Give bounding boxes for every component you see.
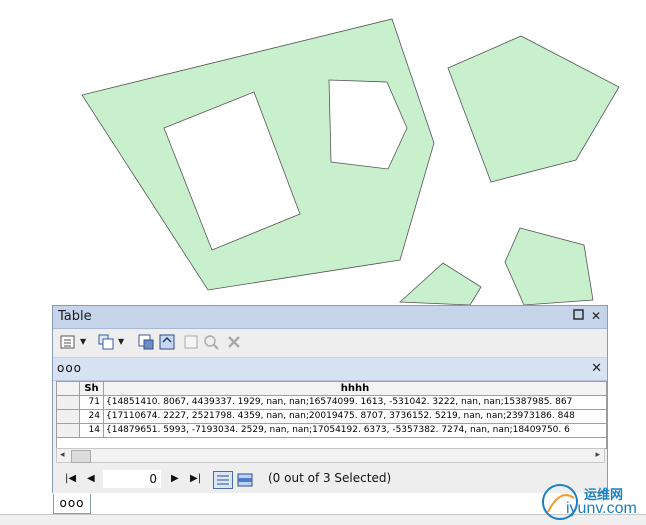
window-restore-icon[interactable] — [571, 309, 585, 323]
column-header-sh[interactable]: Sh — [80, 382, 104, 396]
title-bar[interactable]: Table ✕ — [53, 306, 607, 329]
row-selector[interactable] — [57, 424, 80, 438]
table-row[interactable]: 14 {14879651. 5993, -7193034. 2529, nan,… — [57, 424, 606, 438]
show-all-records-icon[interactable] — [213, 471, 233, 489]
switch-selection-icon[interactable] — [159, 334, 175, 350]
previous-record-icon[interactable]: ◀ — [87, 473, 95, 484]
last-record-icon[interactable]: ▶| — [190, 473, 201, 484]
next-record-icon[interactable]: ▶ — [171, 473, 179, 484]
watermark-en: iyunv.com — [566, 500, 637, 517]
window-title: Table — [58, 309, 92, 324]
select-by-attributes-icon[interactable] — [138, 334, 154, 350]
polygon-small-right[interactable] — [504, 227, 594, 306]
delete-selected-icon[interactable] — [226, 334, 242, 350]
window-close-icon[interactable]: ✕ — [589, 309, 603, 323]
related-tables-icon[interactable] — [98, 334, 114, 350]
show-selected-records-icon[interactable] — [237, 472, 253, 487]
scroll-left-icon[interactable]: ◂ — [60, 450, 65, 460]
selection-status: (0 out of 3 Selected) — [268, 471, 392, 485]
tab-close-icon[interactable]: ✕ — [591, 361, 602, 376]
cell-sh[interactable]: 24 — [80, 410, 104, 424]
cell-hhhh[interactable]: {14879651. 5993, -7193034. 2529, nan, na… — [104, 424, 606, 438]
zoom-to-selected-icon[interactable] — [203, 334, 219, 350]
polygon-pentagon[interactable] — [447, 35, 620, 183]
row-selector[interactable] — [57, 410, 80, 424]
first-record-icon[interactable]: |◀ — [65, 473, 76, 484]
table-options-dropdown-icon[interactable]: ▼ — [80, 337, 86, 346]
table-tab-strip: ooo ✕ — [53, 358, 607, 381]
clear-selection-icon[interactable] — [183, 334, 199, 350]
bottom-table-tab[interactable]: ooo — [53, 494, 91, 514]
table-header-row: Sh hhhh — [57, 382, 606, 396]
row-selector[interactable] — [57, 396, 80, 410]
cell-sh[interactable]: 14 — [80, 424, 104, 438]
table-row[interactable]: 71 {14851410. 8067, 4439337. 1929, nan, … — [57, 396, 606, 410]
record-navigation-bar: |◀ ◀ 0 ▶ ▶| (0 out of 3 Selected) — [53, 465, 607, 493]
table-tab-name[interactable]: ooo — [57, 361, 82, 375]
attribute-table-grid: Sh hhhh 71 {14851410. 8067, 4439337. 192… — [56, 381, 607, 449]
table-window: Table ✕ ▼ ▼ ooo ✕ Sh hhhh 71 {14851410. … — [52, 305, 608, 493]
cell-hhhh[interactable]: {17110674. 2227, 2521798. 4359, nan, nan… — [104, 410, 606, 424]
scrollbar-thumb[interactable] — [71, 450, 91, 463]
cell-sh[interactable]: 71 — [80, 396, 104, 410]
current-record-input[interactable]: 0 — [103, 470, 161, 488]
table-options-icon[interactable] — [60, 334, 76, 350]
scroll-right-icon[interactable]: ▸ — [595, 450, 600, 460]
cell-hhhh[interactable]: {14851410. 8067, 4439337. 1929, nan, nan… — [104, 396, 606, 410]
polygon-small-center[interactable] — [399, 262, 482, 306]
row-selector-header[interactable] — [57, 382, 80, 396]
table-row[interactable]: 24 {17110674. 2227, 2521798. 4359, nan, … — [57, 410, 606, 424]
related-tables-dropdown-icon[interactable]: ▼ — [118, 337, 124, 346]
column-header-hhhh[interactable]: hhhh — [104, 382, 606, 396]
table-toolbar: ▼ ▼ — [53, 329, 607, 358]
horizontal-scrollbar[interactable]: ◂ ▸ — [56, 448, 605, 463]
polygon-with-holes[interactable] — [81, 18, 435, 291]
